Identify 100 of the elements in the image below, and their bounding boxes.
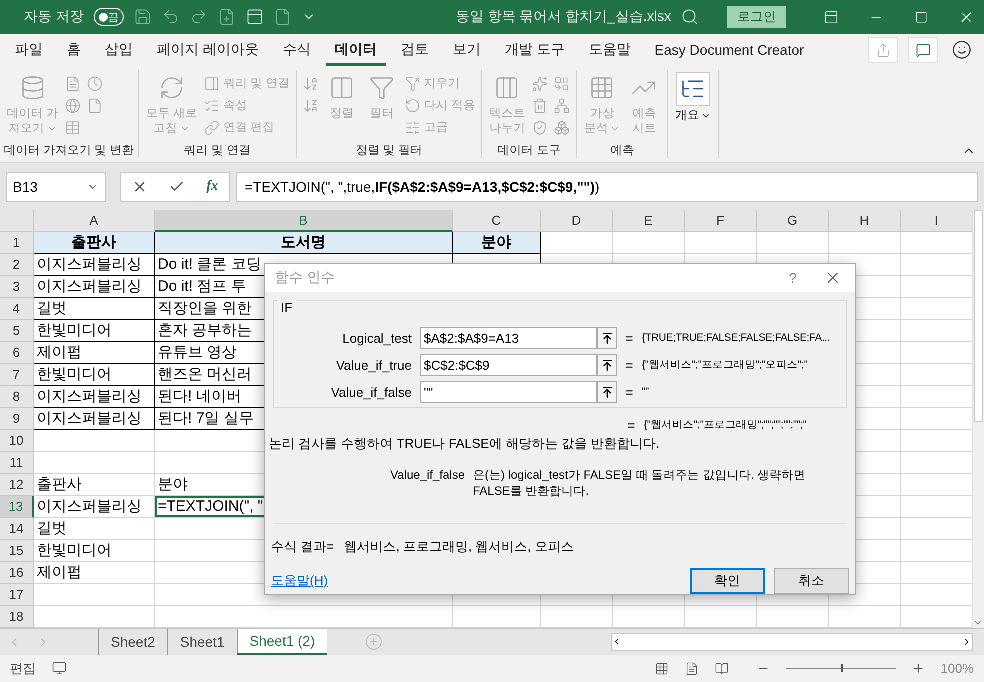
- ribbon-tab[interactable]: 홈: [58, 34, 90, 66]
- ribbon-tab[interactable]: 보기: [444, 34, 490, 66]
- row-header[interactable]: 13: [0, 496, 34, 518]
- normal-view-icon[interactable]: [654, 662, 669, 676]
- help-button[interactable]: ?: [775, 269, 811, 288]
- sheet-cell[interactable]: 분야: [453, 232, 541, 254]
- undo-icon[interactable]: [162, 8, 180, 26]
- name-box[interactable]: B13: [6, 172, 106, 202]
- row-header[interactable]: 11: [0, 452, 34, 474]
- select-all-corner[interactable]: [0, 210, 34, 232]
- cancel-button[interactable]: 취소: [774, 568, 849, 594]
- upload-arrow-icon[interactable]: [600, 358, 614, 372]
- autosave-toggle[interactable]: 끔: [94, 8, 124, 26]
- argument-field[interactable]: $C$2:$C$9: [420, 354, 597, 376]
- column-header[interactable]: B: [155, 210, 453, 232]
- panel-icon[interactable]: [246, 8, 264, 26]
- sort-descending-icon: [303, 98, 320, 114]
- ribbon-button[interactable]: 개요: [672, 70, 714, 125]
- macro-record-icon[interactable]: [52, 661, 67, 676]
- sheet-cell[interactable]: 길벗: [34, 518, 155, 540]
- help-link[interactable]: 도움말(H): [271, 572, 328, 590]
- column-header[interactable]: H: [829, 210, 901, 232]
- ok-button[interactable]: 확인: [690, 568, 765, 594]
- login-button[interactable]: 로그인: [727, 6, 786, 28]
- row-header[interactable]: 1: [0, 232, 34, 254]
- new-file-icon[interactable]: [218, 8, 236, 26]
- row-header[interactable]: 15: [0, 540, 34, 562]
- column-header[interactable]: I: [901, 210, 972, 232]
- column-header[interactable]: A: [34, 210, 155, 232]
- row-header[interactable]: 7: [0, 364, 34, 386]
- row-header[interactable]: 2: [0, 254, 34, 276]
- ribbon-display-icon[interactable]: [824, 10, 840, 24]
- boxes-icon: [554, 120, 570, 136]
- sheet-cell[interactable]: 한빛미디어: [34, 540, 155, 562]
- page-break-icon[interactable]: [714, 662, 729, 676]
- sheet-cell[interactable]: 도서명: [155, 232, 453, 254]
- sheet-cell[interactable]: 출판사: [34, 474, 155, 496]
- column-header[interactable]: E: [613, 210, 685, 232]
- empty-cell[interactable]: [685, 232, 757, 254]
- row-header[interactable]: 17: [0, 584, 34, 606]
- zoom-in-icon[interactable]: [912, 662, 925, 675]
- column-header[interactable]: G: [757, 210, 829, 232]
- search-icon[interactable]: [681, 8, 700, 26]
- sheet-cell[interactable]: 이지스퍼블리싱: [34, 276, 155, 298]
- sheet-cell[interactable]: 제이펍: [34, 562, 155, 584]
- sheet-cell[interactable]: 이지스퍼블리싱: [34, 386, 155, 408]
- sheet-cell[interactable]: 출판사: [34, 232, 155, 254]
- empty-cell[interactable]: [829, 232, 901, 254]
- formula-field[interactable]: =TEXTJOIN(", ",true,IF($A$2:$A$9=A13,$C$2:$C$9,"")): [236, 172, 978, 202]
- empty-cell[interactable]: [757, 232, 829, 254]
- table-icon: [65, 120, 82, 136]
- sheet-cell[interactable]: 한빛미디어: [34, 320, 155, 342]
- autosave-label: 자동 저장: [24, 8, 84, 26]
- sheet-cell[interactable]: 제이펍: [34, 342, 155, 364]
- ribbon-tab[interactable]: 수식: [274, 34, 320, 66]
- save-icon[interactable]: [134, 8, 152, 26]
- ribbon-tab[interactable]: Easy Document Creator: [646, 34, 814, 66]
- insert-function-button[interactable]: fx: [206, 179, 218, 195]
- argument-field[interactable]: "": [420, 381, 597, 404]
- sheet-cell[interactable]: 한빛미디어: [34, 364, 155, 386]
- column-header[interactable]: D: [541, 210, 613, 232]
- horizontal-scrollbar[interactable]: [611, 633, 973, 651]
- ribbon-tab[interactable]: 파일: [6, 34, 52, 66]
- comment-icon[interactable]: [916, 42, 930, 58]
- page-layout-icon[interactable]: [684, 662, 699, 676]
- column-header[interactable]: F: [685, 210, 757, 232]
- column-header[interactable]: C: [453, 210, 541, 232]
- sheet-cell[interactable]: 이지스퍼블리싱: [34, 496, 155, 518]
- upload-arrow-icon[interactable]: [600, 386, 614, 399]
- smiley-icon[interactable]: [952, 40, 972, 60]
- row-header[interactable]: 12: [0, 474, 34, 496]
- row-header[interactable]: 8: [0, 386, 34, 408]
- row-header[interactable]: 14: [0, 518, 34, 540]
- row-header[interactable]: 9: [0, 408, 34, 430]
- comment-button[interactable]: [908, 37, 938, 63]
- ribbon-tab[interactable]: 검토: [392, 34, 438, 66]
- share-icon[interactable]: [876, 42, 890, 58]
- redo-icon[interactable]: [190, 8, 208, 26]
- row-header[interactable]: 6: [0, 342, 34, 364]
- sheet-tab[interactable]: Sheet1 (2): [236, 629, 328, 655]
- empty-cell[interactable]: [613, 232, 685, 254]
- row-header[interactable]: 3: [0, 276, 34, 298]
- ribbon-tab[interactable]: 페이지 레이아웃: [148, 34, 268, 66]
- upload-arrow-icon[interactable]: [600, 332, 614, 345]
- ribbon-tab[interactable]: 삽입: [96, 34, 142, 66]
- sheet-cell[interactable]: 길벗: [34, 298, 155, 320]
- maximize-icon[interactable]: [915, 10, 928, 24]
- row-header[interactable]: 18: [0, 606, 34, 628]
- share-button[interactable]: [868, 37, 898, 63]
- ribbon-tab[interactable]: 개발 도구: [496, 34, 574, 66]
- row-header[interactable]: 4: [0, 298, 34, 320]
- ribbon-tab[interactable]: 도움말: [580, 34, 640, 66]
- vertical-scrollbar[interactable]: [972, 210, 984, 628]
- sheet-cell[interactable]: 이지스퍼블리싱: [34, 254, 155, 276]
- row-header[interactable]: 16: [0, 562, 34, 584]
- row-header[interactable]: 10: [0, 430, 34, 452]
- argument-field[interactable]: $A$2:$A$9=A13: [420, 327, 597, 350]
- row-header[interactable]: 5: [0, 320, 34, 342]
- file-icon[interactable]: [274, 8, 292, 26]
- sheet-cell[interactable]: 이지스퍼블리싱: [34, 408, 155, 430]
